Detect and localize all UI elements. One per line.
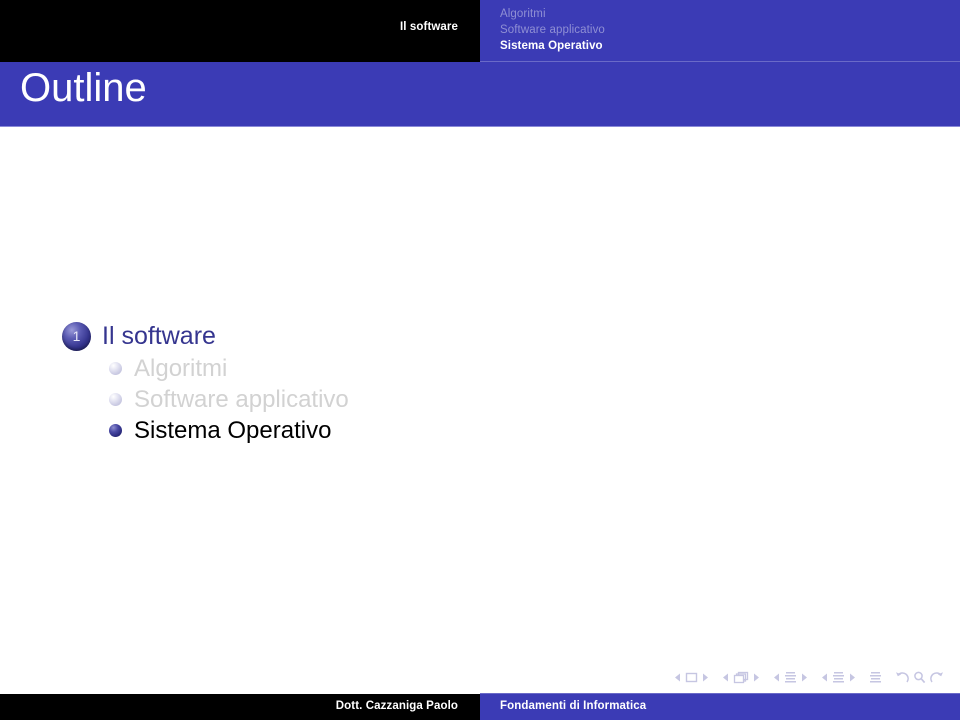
search-icon[interactable] [913,671,926,684]
nav-group-frame [720,671,762,684]
toc-subsection-label: Sistema Operativo [134,416,332,444]
frame-icon[interactable] [733,671,749,684]
frame-prev-icon[interactable] [722,673,729,682]
bullet-icon [109,362,122,375]
footline-author-pane: Dott. Cazzaniga Paolo [0,694,480,720]
slide-body: 1 Il software Algoritmi Software applica… [0,127,960,660]
nav-group-section [819,671,858,683]
bullet-icon [109,393,122,406]
headline-section-pane: Il software [0,0,480,62]
nav-section-il-software[interactable]: Il software [400,21,458,33]
toc-subsection-algoritmi[interactable]: Algoritmi [109,353,349,384]
section-number-badge: 1 [62,321,91,351]
nav-subsection-algoritmi[interactable]: Algoritmi [500,6,605,22]
section-prev-icon[interactable] [821,673,828,682]
footer-author: Dott. Cazzaniga Paolo [335,700,458,712]
footer-title: Fondamenti di Informatica [500,700,647,712]
toc-section-label: Il software [102,321,216,350]
section-number-label: 1 [72,328,81,344]
bullet-icon [109,424,122,437]
table-of-contents: 1 Il software Algoritmi Software applica… [62,319,349,446]
back-icon[interactable] [895,671,909,684]
subsection-next-icon[interactable] [801,673,808,682]
presentation-icon[interactable] [869,671,882,683]
section-next-icon[interactable] [849,673,856,682]
slide-icon[interactable] [685,672,698,683]
slide-prev-icon[interactable] [674,673,681,682]
presentation-slide: Il software Algoritmi Software applicati… [0,0,960,720]
frame-next-icon[interactable] [753,673,760,682]
footline-title-pane: Fondamenti di Informatica [480,694,960,720]
subsection-icon[interactable] [784,671,797,683]
nav-group-presentation [867,671,884,683]
subsection-prev-icon[interactable] [773,673,780,682]
nav-subsection-software-applicativo[interactable]: Software applicativo [500,22,605,38]
nav-subsection-list: Algoritmi Software applicativo Sistema O… [500,6,605,54]
nav-group-slide [672,672,711,683]
headline-subsection-pane: Algoritmi Software applicativo Sistema O… [480,0,960,62]
slide-next-icon[interactable] [702,673,709,682]
page-title: Outline [20,66,147,110]
section-icon[interactable] [832,671,845,683]
toc-subsection-label: Algoritmi [134,354,228,382]
nav-group-history [893,671,946,684]
toc-subsection-label: Software applicativo [134,385,349,413]
nav-group-subsection [771,671,810,683]
nav-subsection-sistema-operativo[interactable]: Sistema Operativo [500,38,605,54]
footline: Dott. Cazzaniga Paolo Fondamenti di Info… [0,694,960,720]
toc-subsection-software-applicativo[interactable]: Software applicativo [109,384,349,415]
toc-section-il-software[interactable]: 1 Il software [62,319,349,353]
headline-navigation-bar: Il software Algoritmi Software applicati… [0,0,960,62]
navigation-symbols [672,668,946,686]
forward-icon[interactable] [930,671,944,684]
toc-subsection-sistema-operativo[interactable]: Sistema Operativo [109,415,349,446]
